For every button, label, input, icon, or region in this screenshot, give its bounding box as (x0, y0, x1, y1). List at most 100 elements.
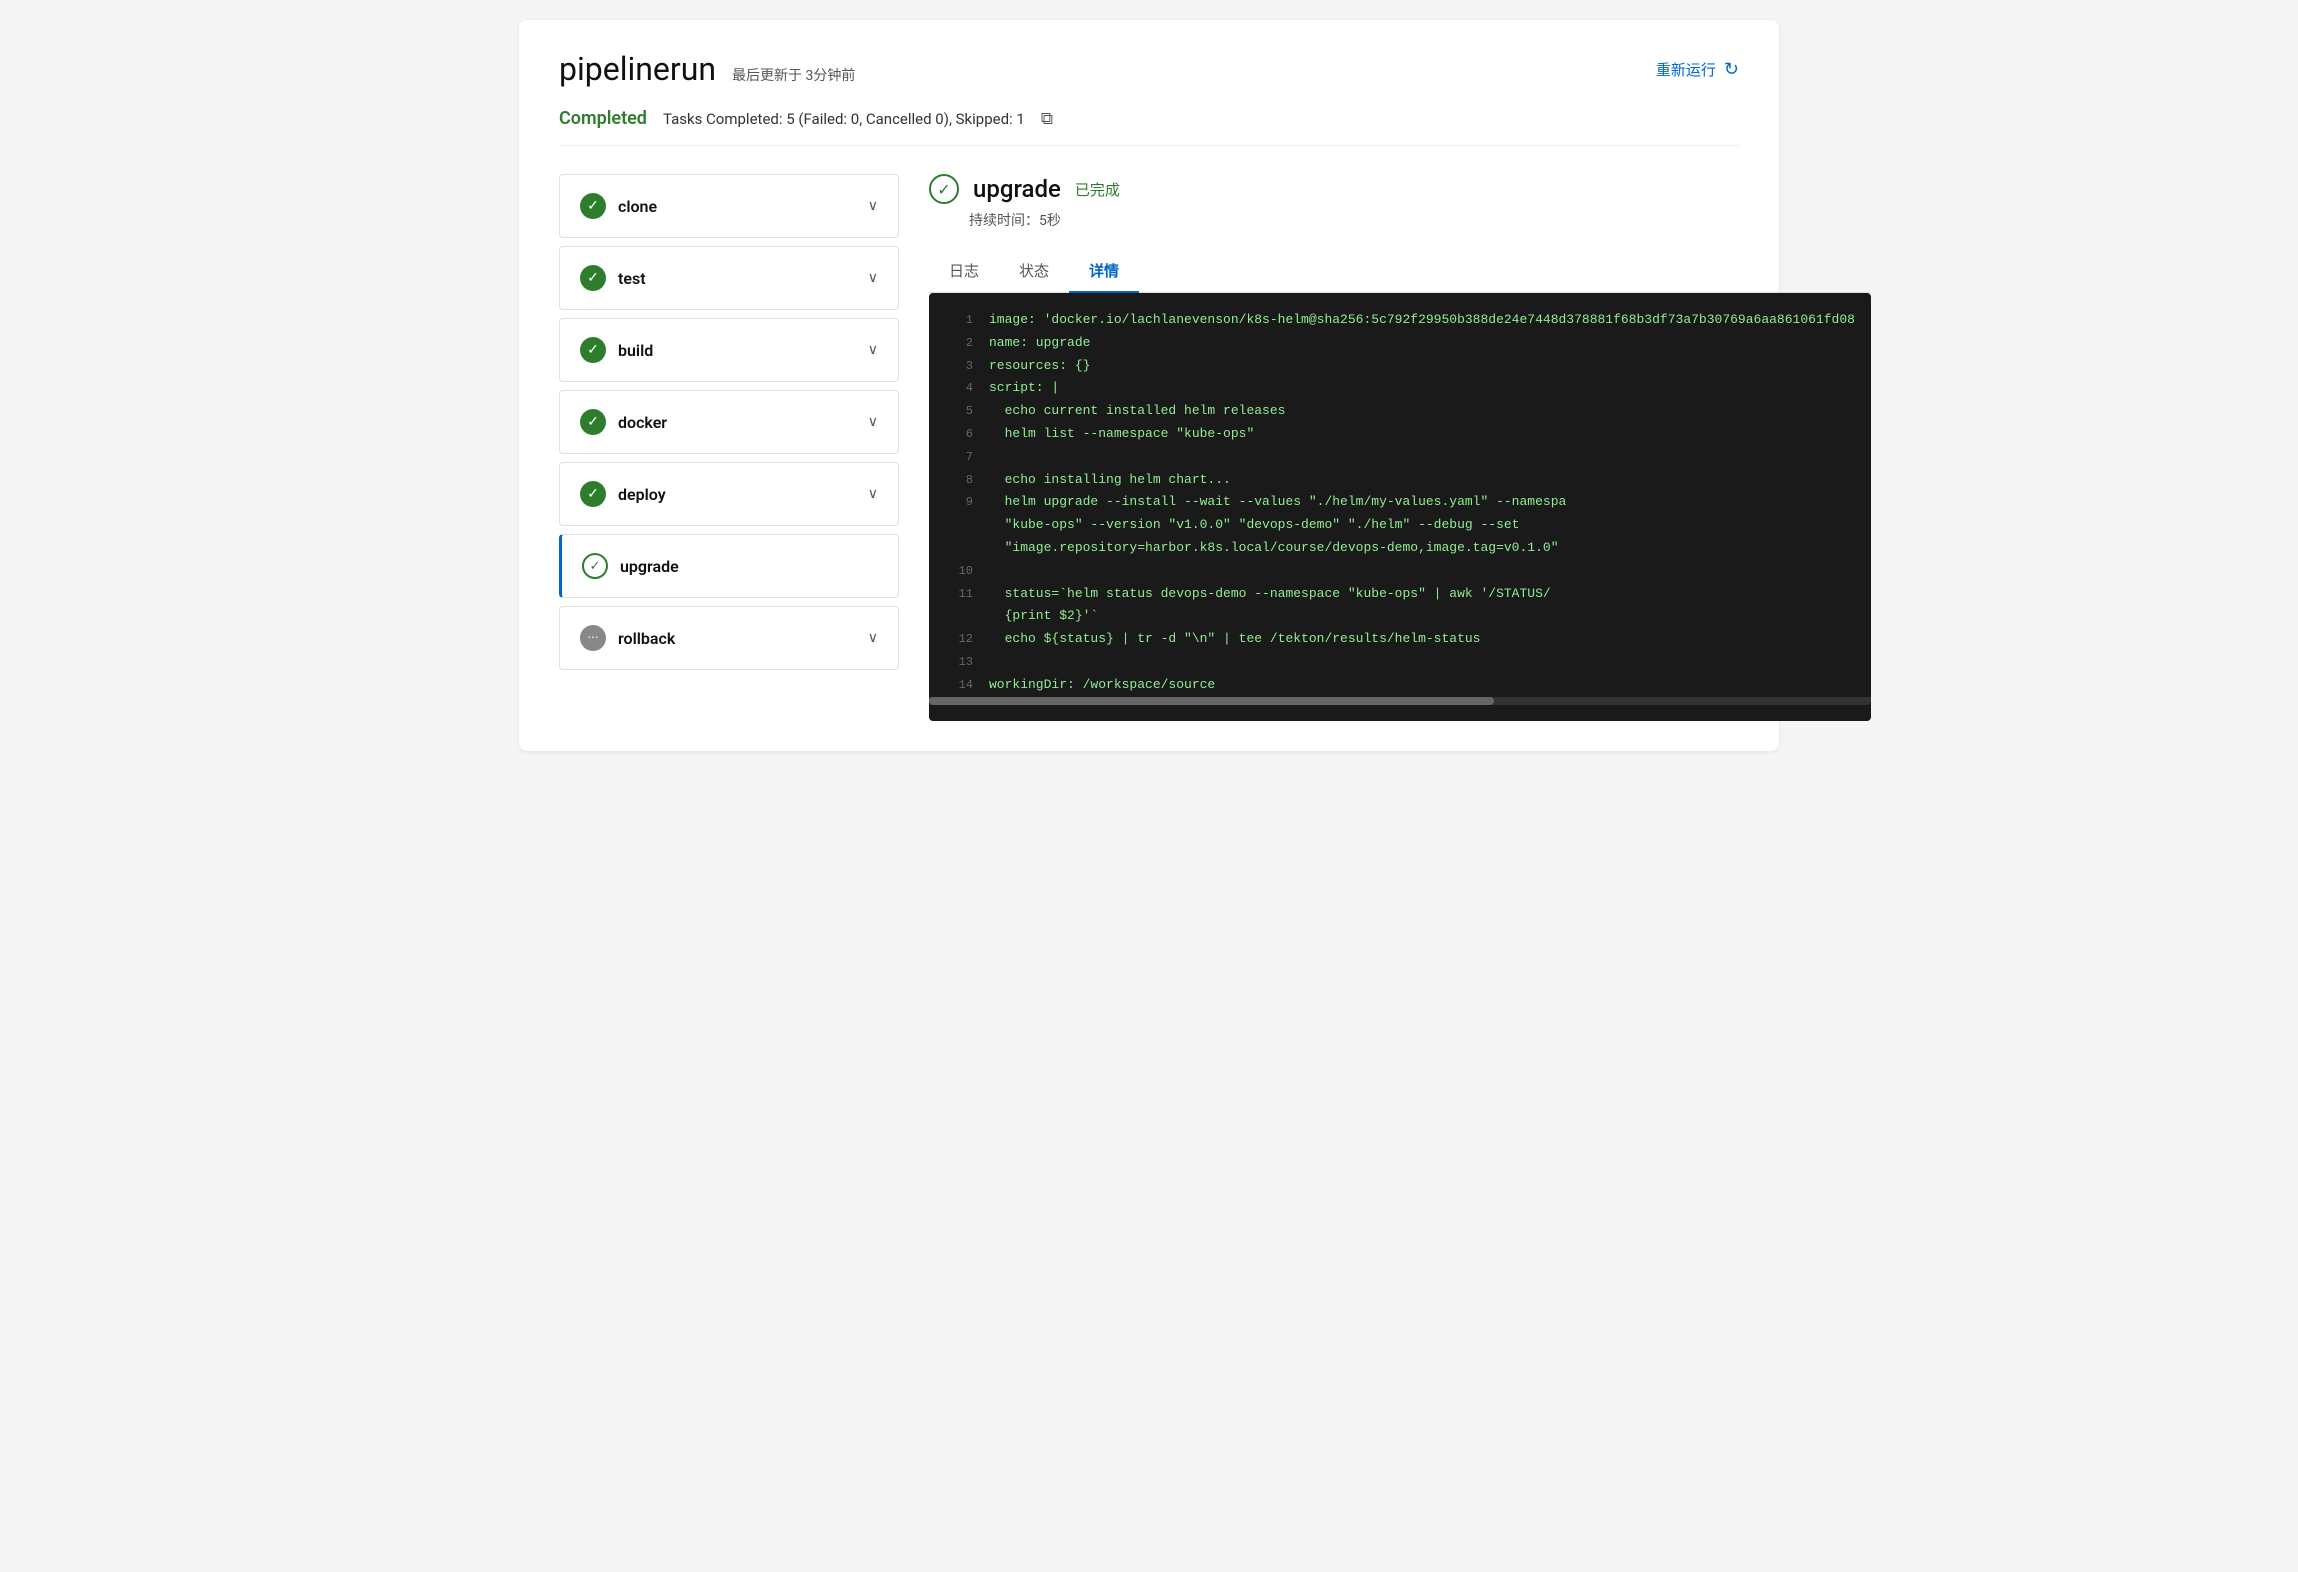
sidebar-item-label-rollback: rollback (618, 629, 675, 648)
tabs: 日志 状态 详情 (929, 250, 1871, 293)
sidebar-item-deploy[interactable]: ✓ deploy ∨ (559, 462, 899, 526)
code-line: "image.repository=harbor.k8s.local/cours… (929, 537, 1871, 560)
sidebar-item-left: ✓ docker (580, 409, 667, 435)
code-line: 8 echo installing helm chart... (929, 469, 1871, 492)
sidebar-item-left: ··· rollback (580, 625, 675, 651)
page-title: pipelinerun (559, 50, 716, 88)
sidebar-item-label-test: test (618, 269, 646, 288)
code-line: 14 workingDir: /workspace/source (929, 674, 1871, 697)
sidebar-item-upgrade[interactable]: ✓ upgrade (559, 534, 899, 598)
sidebar-item-clone[interactable]: ✓ clone ∨ (559, 174, 899, 238)
line-content: echo current installed helm releases (989, 401, 1855, 422)
line-number: 12 (945, 629, 973, 649)
header-left: pipelinerun 最后更新于 3分钟前 (559, 50, 855, 88)
chevron-down-icon: ∨ (868, 198, 878, 214)
page-container: pipelinerun 最后更新于 3分钟前 重新运行 ↻ Completed … (519, 20, 1779, 751)
line-number: 14 (945, 675, 973, 695)
sidebar: ✓ clone ∨ ✓ test ∨ ✓ build ∨ (559, 174, 899, 721)
line-number: 11 (945, 584, 973, 604)
code-line: 12 echo ${status} | tr -d "\n" | tee /te… (929, 628, 1871, 651)
line-content: image: 'docker.io/lachlanevenson/k8s-hel… (989, 310, 1855, 331)
code-line: 4 script: | (929, 377, 1871, 400)
line-content: helm list --namespace "kube-ops" (989, 424, 1855, 445)
sidebar-item-rollback[interactable]: ··· rollback ∨ (559, 606, 899, 670)
line-number (945, 515, 973, 516)
line-content: helm upgrade --install --wait --values "… (989, 492, 1855, 513)
chevron-down-icon: ∨ (868, 486, 878, 502)
header: pipelinerun 最后更新于 3分钟前 重新运行 ↻ (559, 50, 1739, 88)
sidebar-item-test[interactable]: ✓ test ∨ (559, 246, 899, 310)
line-content: workingDir: /workspace/source (989, 675, 1855, 696)
line-number (945, 606, 973, 607)
right-panel: ✓ upgrade 已完成 持续时间：5秒 日志 状态 详情 1 image: … (899, 174, 1871, 721)
sidebar-item-build[interactable]: ✓ build ∨ (559, 318, 899, 382)
tab-logs[interactable]: 日志 (929, 250, 999, 293)
code-line: "kube-ops" --version "v1.0.0" "devops-de… (929, 514, 1871, 537)
tasks-info: Tasks Completed: 5 (Failed: 0, Cancelled… (663, 110, 1025, 128)
scrollbar-container[interactable] (929, 697, 1871, 705)
task-title: upgrade (973, 175, 1061, 203)
sidebar-item-label-upgrade: upgrade (620, 557, 679, 576)
sidebar-item-docker[interactable]: ✓ docker ∨ (559, 390, 899, 454)
scrollbar-thumb[interactable] (929, 697, 1494, 705)
chevron-down-icon: ∨ (868, 414, 878, 430)
code-line: 6 helm list --namespace "kube-ops" (929, 423, 1871, 446)
chevron-down-icon: ∨ (868, 630, 878, 646)
line-content: echo installing helm chart... (989, 470, 1855, 491)
line-number (945, 538, 973, 539)
code-line: 9 helm upgrade --install --wait --values… (929, 491, 1871, 514)
line-number: 4 (945, 378, 973, 398)
pending-icon: ··· (580, 625, 606, 651)
sidebar-item-left: ✓ clone (580, 193, 657, 219)
code-line: {print $2}'` (929, 605, 1871, 628)
sidebar-item-label-clone: clone (618, 197, 657, 216)
code-line: 5 echo current installed helm releases (929, 400, 1871, 423)
code-block: 1 image: 'docker.io/lachlanevenson/k8s-h… (929, 293, 1871, 721)
check-icon: ✓ (580, 409, 606, 435)
line-content: resources: {} (989, 356, 1855, 377)
refresh-icon[interactable]: ↻ (1724, 59, 1739, 80)
status-badge: Completed (559, 108, 647, 129)
code-line: 1 image: 'docker.io/lachlanevenson/k8s-h… (929, 309, 1871, 332)
sidebar-item-label-build: build (618, 341, 653, 360)
tab-details[interactable]: 详情 (1069, 250, 1139, 293)
task-duration: 持续时间：5秒 (929, 210, 1871, 230)
line-number: 3 (945, 356, 973, 376)
code-line: 10 (929, 560, 1871, 583)
sidebar-item-left: ✓ build (580, 337, 653, 363)
line-number: 7 (945, 447, 973, 467)
line-number: 10 (945, 561, 973, 581)
task-check-icon: ✓ (929, 174, 959, 204)
last-updated: 最后更新于 3分钟前 (732, 65, 855, 85)
status-bar: Completed Tasks Completed: 5 (Failed: 0,… (559, 108, 1739, 146)
check-icon: ✓ (580, 265, 606, 291)
line-number: 6 (945, 424, 973, 444)
chevron-down-icon: ∨ (868, 342, 878, 358)
check-icon: ✓ (580, 193, 606, 219)
code-line: 3 resources: {} (929, 355, 1871, 378)
header-right: 重新运行 ↻ (1656, 59, 1739, 80)
line-number: 2 (945, 333, 973, 353)
copy-icon[interactable]: ⧉ (1041, 109, 1053, 129)
tab-status[interactable]: 状态 (999, 250, 1069, 293)
code-line: 13 (929, 651, 1871, 674)
sidebar-item-label-docker: docker (618, 413, 667, 432)
line-number: 9 (945, 492, 973, 512)
line-content: name: upgrade (989, 333, 1855, 354)
line-number: 13 (945, 652, 973, 672)
line-content: "kube-ops" --version "v1.0.0" "devops-de… (989, 515, 1855, 536)
line-content: {print $2}'` (989, 606, 1855, 627)
sidebar-item-left: ✓ deploy (580, 481, 666, 507)
rerun-button[interactable]: 重新运行 (1656, 59, 1716, 80)
line-number: 5 (945, 401, 973, 421)
task-status-badge: 已完成 (1075, 179, 1120, 200)
line-content: script: | (989, 378, 1855, 399)
line-content (989, 447, 1855, 468)
main-content: ✓ clone ∨ ✓ test ∨ ✓ build ∨ (559, 174, 1739, 721)
code-line: 2 name: upgrade (929, 332, 1871, 355)
sidebar-item-label-deploy: deploy (618, 485, 666, 504)
line-number: 8 (945, 470, 973, 490)
sidebar-item-left: ✓ upgrade (582, 553, 679, 579)
code-line: 11 status=`helm status devops-demo --nam… (929, 583, 1871, 606)
line-content (989, 652, 1855, 673)
